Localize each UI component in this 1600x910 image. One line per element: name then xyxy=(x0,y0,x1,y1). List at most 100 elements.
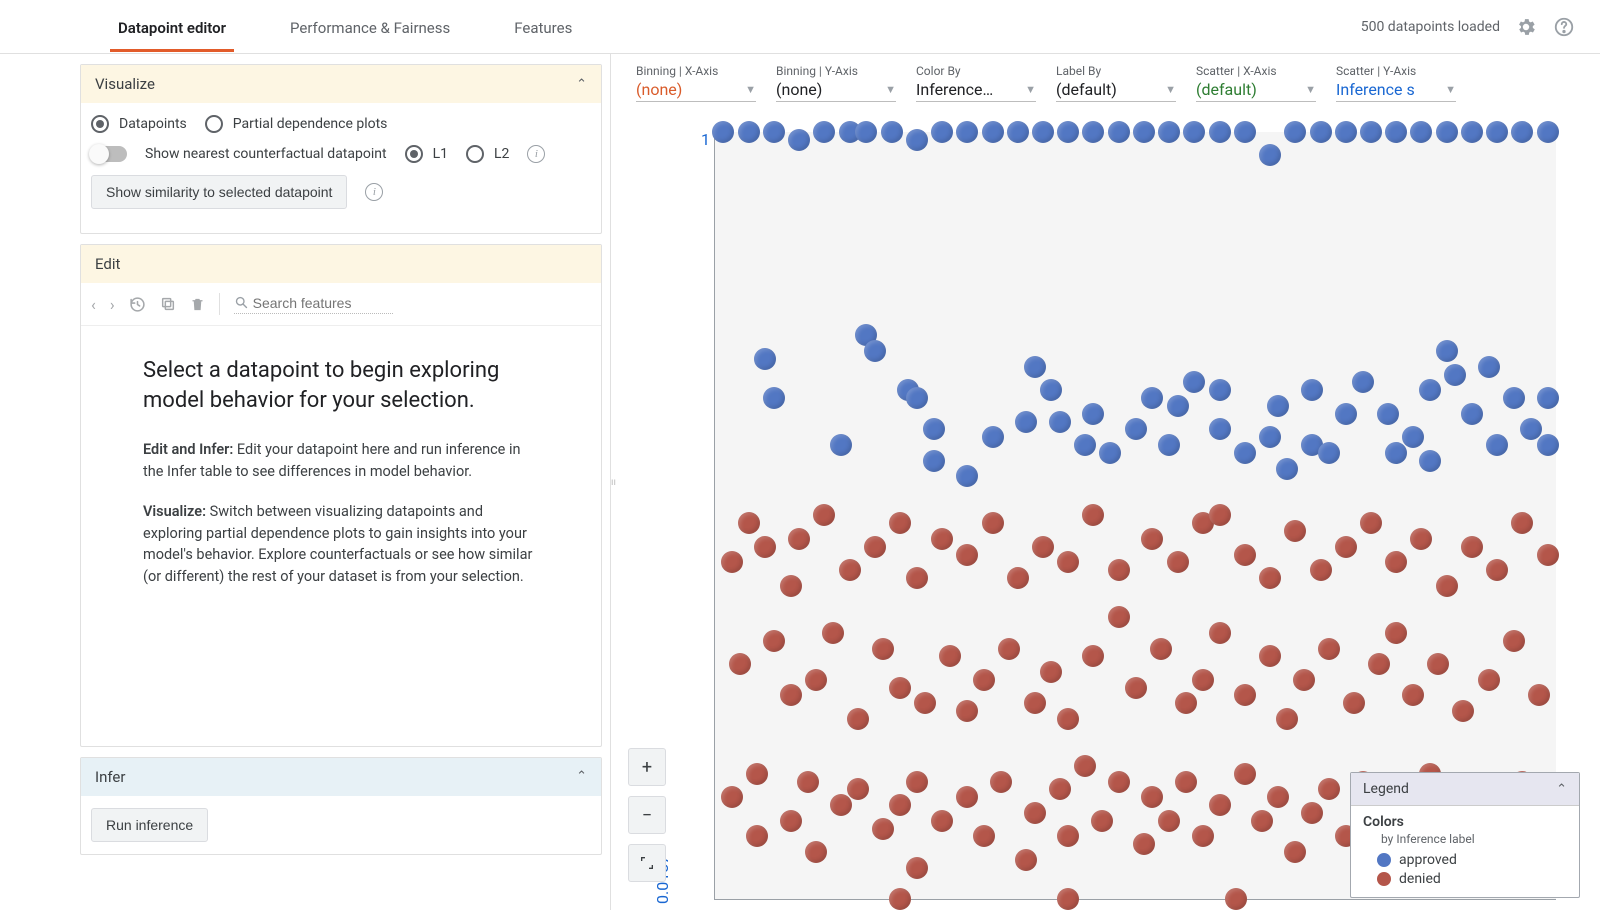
datapoint[interactable] xyxy=(839,559,861,581)
tab-performance-fairness[interactable]: Performance & Fairness xyxy=(282,3,458,51)
datapoint[interactable] xyxy=(1024,356,1046,378)
datapoint[interactable] xyxy=(763,387,785,409)
datapoint[interactable] xyxy=(1461,403,1483,425)
datapoint[interactable] xyxy=(1183,371,1205,393)
datapoint[interactable] xyxy=(990,771,1012,793)
datapoint[interactable] xyxy=(998,638,1020,660)
datapoint[interactable] xyxy=(746,763,768,785)
datapoint[interactable] xyxy=(1082,403,1104,425)
datapoint[interactable] xyxy=(1209,622,1231,644)
datapoint[interactable] xyxy=(1209,794,1231,816)
datapoint[interactable] xyxy=(1125,418,1147,440)
datapoint[interactable] xyxy=(1108,771,1130,793)
datapoint[interactable] xyxy=(906,771,928,793)
datapoint[interactable] xyxy=(822,622,844,644)
gear-icon[interactable] xyxy=(1514,15,1538,39)
datapoint[interactable] xyxy=(1175,692,1197,714)
datapoint[interactable] xyxy=(1419,379,1441,401)
datapoint[interactable] xyxy=(1427,653,1449,675)
show-similarity-button[interactable]: Show similarity to selected datapoint xyxy=(91,175,347,209)
datapoint[interactable] xyxy=(914,692,936,714)
datapoint[interactable] xyxy=(1209,379,1231,401)
datapoint[interactable] xyxy=(1141,528,1163,550)
datapoint[interactable] xyxy=(1082,504,1104,526)
datapoint[interactable] xyxy=(780,810,802,832)
datapoint[interactable] xyxy=(797,771,819,793)
datapoint[interactable] xyxy=(1276,458,1298,480)
datapoint[interactable] xyxy=(1478,356,1500,378)
datapoint[interactable] xyxy=(923,418,945,440)
datapoint[interactable] xyxy=(1141,786,1163,808)
datapoint[interactable] xyxy=(830,434,852,456)
search-features[interactable] xyxy=(234,295,393,314)
datapoint[interactable] xyxy=(1537,121,1559,143)
datapoint[interactable] xyxy=(931,528,953,550)
datapoint[interactable] xyxy=(1486,434,1508,456)
datapoint[interactable] xyxy=(872,818,894,840)
datapoint[interactable] xyxy=(763,630,785,652)
zoom-in-button[interactable]: + xyxy=(628,748,666,786)
datapoint[interactable] xyxy=(1537,434,1559,456)
datapoint[interactable] xyxy=(889,512,911,534)
datapoint[interactable] xyxy=(982,121,1004,143)
datapoint[interactable] xyxy=(1074,755,1096,777)
datapoint[interactable] xyxy=(1099,442,1121,464)
datapoint[interactable] xyxy=(1040,379,1062,401)
datapoint[interactable] xyxy=(1074,434,1096,456)
datapoint[interactable] xyxy=(1310,559,1332,581)
datapoint[interactable] xyxy=(1419,450,1441,472)
datapoint[interactable] xyxy=(1209,121,1231,143)
datapoint[interactable] xyxy=(881,121,903,143)
datapoint[interactable] xyxy=(1015,411,1037,433)
datapoint[interactable] xyxy=(1301,802,1323,824)
datapoint[interactable] xyxy=(1436,121,1458,143)
datapoint[interactable] xyxy=(956,544,978,566)
datapoint[interactable] xyxy=(1503,630,1525,652)
datapoint[interactable] xyxy=(1478,669,1500,691)
datapoint[interactable] xyxy=(738,121,760,143)
datapoint[interactable] xyxy=(1183,121,1205,143)
datapoint[interactable] xyxy=(956,121,978,143)
datapoint[interactable] xyxy=(847,778,869,800)
datapoint[interactable] xyxy=(906,857,928,879)
datapoint[interactable] xyxy=(1410,528,1432,550)
datapoint[interactable] xyxy=(939,645,961,667)
run-inference-button[interactable]: Run inference xyxy=(91,808,208,842)
radio-pdp[interactable]: Partial dependence plots xyxy=(205,115,388,133)
datapoint[interactable] xyxy=(1259,645,1281,667)
datapoint[interactable] xyxy=(1133,121,1155,143)
infer-header[interactable]: Infer ⌃ xyxy=(81,758,601,796)
datapoint[interactable] xyxy=(721,786,743,808)
datapoint[interactable] xyxy=(746,825,768,847)
radio-l2[interactable]: L2 xyxy=(466,145,509,163)
edit-header[interactable]: Edit xyxy=(81,245,601,283)
datapoint[interactable] xyxy=(1150,638,1172,660)
datapoint[interactable] xyxy=(931,121,953,143)
datapoint[interactable] xyxy=(1057,551,1079,573)
datapoint[interactable] xyxy=(1436,575,1458,597)
datapoint[interactable] xyxy=(1108,606,1130,628)
datapoint[interactable] xyxy=(1410,121,1432,143)
datapoint[interactable] xyxy=(1486,121,1508,143)
datapoint[interactable] xyxy=(973,669,995,691)
prev-icon[interactable]: ‹ xyxy=(91,295,96,314)
datapoint[interactable] xyxy=(1293,669,1315,691)
counterfactual-toggle[interactable] xyxy=(91,146,127,162)
datapoint[interactable] xyxy=(1301,379,1323,401)
datapoint[interactable] xyxy=(1049,411,1071,433)
datapoint[interactable] xyxy=(889,888,911,910)
datapoint[interactable] xyxy=(763,121,785,143)
tab-datapoint-editor[interactable]: Datapoint editor xyxy=(110,3,234,51)
datapoint[interactable] xyxy=(1234,544,1256,566)
datapoint[interactable] xyxy=(855,121,877,143)
datapoint[interactable] xyxy=(1452,700,1474,722)
datapoint[interactable] xyxy=(1091,810,1113,832)
datapoint[interactable] xyxy=(1486,559,1508,581)
datapoint[interactable] xyxy=(1234,684,1256,706)
datapoint[interactable] xyxy=(847,708,869,730)
datapoint[interactable] xyxy=(1335,536,1357,558)
datapoint[interactable] xyxy=(1461,121,1483,143)
dropdown-scatter-y-axis[interactable]: Scatter | Y-Axis Inference s ▼ xyxy=(1336,64,1456,102)
datapoint[interactable] xyxy=(889,794,911,816)
datapoint[interactable] xyxy=(956,700,978,722)
